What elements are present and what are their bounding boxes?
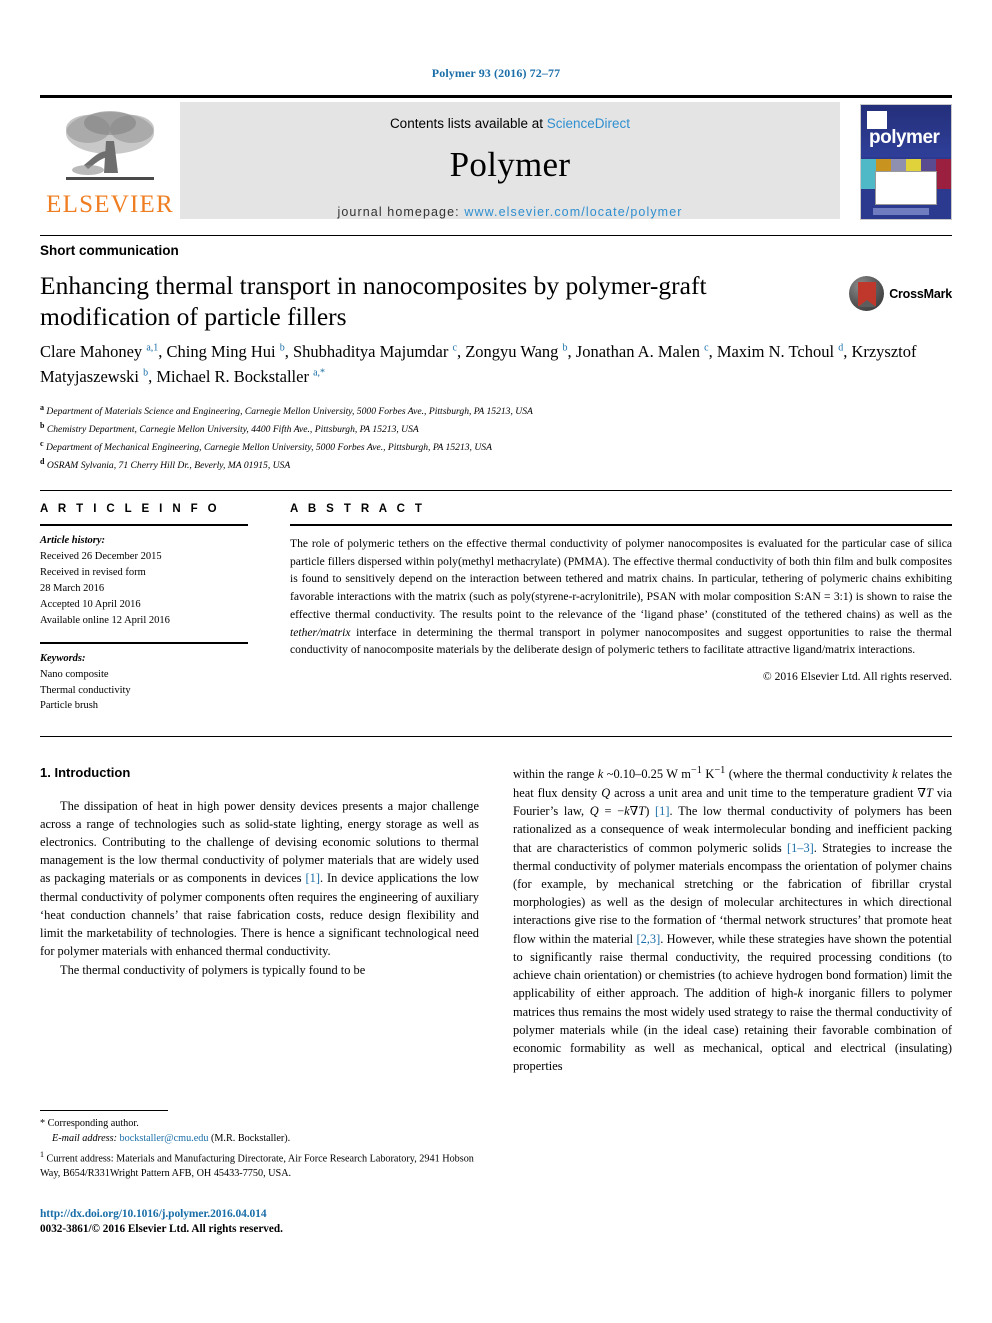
history-line: Available online 12 April 2016 [40, 614, 170, 626]
article-history-label: Article history: [40, 534, 106, 546]
affiliation-item: b Chemistry Department, Carnegie Mellon … [40, 420, 952, 438]
keywords-block: Keywords: Nano composite Thermal conduct… [40, 651, 248, 715]
paper-page: Polymer 93 (2016) 72–77 ELSEVIER Content… [0, 0, 992, 1323]
running-head: Polymer 93 (2016) 72–77 [431, 66, 561, 80]
history-line: Received 26 December 2015 [40, 550, 162, 562]
author-list: Clare Mahoney a,1, Ching Ming Hui b, Shu… [40, 342, 917, 386]
paragraph: The thermal conductivity of polymers is … [60, 962, 366, 977]
article-info-rule [40, 523, 248, 526]
page-title: Enhancing thermal transport in nanocompo… [40, 271, 707, 332]
abstract-column: A B S T R A C T The role of polymeric te… [268, 503, 952, 715]
publisher-logo: ELSEVIER [40, 98, 180, 225]
affiliation-item: a Department of Materials Science and En… [40, 402, 952, 420]
journal-cover-image: polymer [860, 103, 952, 220]
crossmark-icon [849, 276, 885, 311]
crossmark-badge[interactable]: CrossMark [842, 276, 952, 311]
footnote-corresponding-author: * Corresponding author. [40, 1116, 476, 1131]
abstract-copyright: © 2016 Elsevier Ltd. All rights reserved… [762, 670, 952, 684]
masthead-right: polymer [840, 98, 952, 225]
elsevier-wordmark: ELSEVIER [46, 190, 174, 218]
affiliation-list: a Department of Materials Science and En… [40, 402, 952, 474]
cover-inset-figure [875, 170, 937, 205]
article-header: Short communication Enhancing thermal tr… [40, 235, 952, 474]
affiliation-item: c Department of Mechanical Engineering, … [40, 438, 952, 456]
section-heading-introduction: 1. Introduction [40, 765, 131, 781]
affiliation-item: d OSRAM Sylvania, 71 Cherry Hill Dr., Be… [40, 456, 952, 474]
footnotes-block: * Corresponding author. E-mail address: … [40, 1110, 476, 1182]
cover-footer-bar [873, 207, 929, 215]
imprint-block: http://dx.doi.org/10.1016/j.polymer.2016… [40, 1208, 480, 1235]
abstract-rule [290, 523, 952, 526]
email-owner: (M.R. Bockstaller). [210, 1133, 291, 1145]
affiliation-text: OSRAM Sylvania, 71 Cherry Hill Dr., Beve… [46, 460, 291, 472]
issn-copyright-line: 0032-3861/© 2016 Elsevier Ltd. All right… [40, 1223, 283, 1235]
homepage-label: journal homepage: [337, 205, 465, 219]
journal-masthead: ELSEVIER Contents lists available at Sci… [40, 95, 952, 225]
homepage-url-link[interactable]: www.elsevier.com/locate/polymer [464, 205, 682, 219]
body-divider [40, 736, 952, 738]
keywords-label: Keywords: [40, 652, 86, 664]
footnote-rule [40, 1110, 168, 1111]
history-line: Accepted 10 April 2016 [40, 598, 141, 610]
article-info-column: A R T I C L E I N F O Article history: R… [40, 503, 268, 715]
keyword-item: Particle brush [40, 700, 99, 712]
email-link[interactable]: bockstaller@cmu.edu [120, 1133, 209, 1144]
abstract-text: The role of polymeric tethers on the eff… [290, 536, 952, 657]
affiliation-text: Chemistry Department, Carnegie Mellon Un… [46, 423, 419, 435]
article-info-heading: A R T I C L E I N F O [40, 502, 221, 515]
title-row: Enhancing thermal transport in nanocompo… [40, 258, 952, 332]
history-line: Received in revised form [40, 566, 146, 578]
journal-homepage-line: journal homepage: www.elsevier.com/locat… [337, 205, 682, 219]
body-columns: 1. Introduction The dissipation of heat … [40, 763, 952, 1075]
affiliation-mark: c [40, 438, 44, 448]
article-type: Short communication [40, 243, 179, 258]
current-address-text: Current address: Materials and Manufactu… [40, 1152, 474, 1180]
elsevier-tree-icon [66, 110, 154, 180]
affiliation-mark: a [40, 402, 44, 412]
affiliation-text: Department of Mechanical Engineering, Ca… [45, 442, 492, 453]
paragraph: within the range k ~0.10–0.25 W m−1 K−1 … [513, 765, 952, 1074]
article-history: Article history: Received 26 December 20… [40, 533, 248, 629]
keyword-item: Thermal conductivity [40, 684, 131, 696]
paragraph: The dissipation of heat in high power de… [40, 798, 480, 959]
asterisk-icon: * [40, 1118, 46, 1129]
history-line: 28 March 2016 [40, 582, 105, 594]
abstract-heading: A B S T R A C T [290, 502, 426, 515]
body-column-right: within the range k ~0.10–0.25 W m−1 K−1 … [496, 763, 952, 1075]
footnote-number: 1 [40, 1149, 44, 1159]
doi-link[interactable]: http://dx.doi.org/10.1016/j.polymer.2016… [40, 1208, 480, 1220]
affiliation-mark: d [40, 456, 45, 466]
contents-available-line: Contents lists available at ScienceDirec… [390, 116, 630, 131]
footnote-current-address: 1 Current address: Materials and Manufac… [40, 1149, 476, 1182]
sciencedirect-link[interactable]: ScienceDirect [547, 116, 630, 131]
email-label: E-mail address: [52, 1133, 117, 1145]
footnote-email: E-mail address: bockstaller@cmu.edu (M.R… [40, 1131, 476, 1146]
article-info-separator [40, 641, 248, 644]
cover-title-text: polymer [869, 126, 940, 148]
journal-title: Polymer [449, 145, 571, 184]
keyword-item: Nano composite [40, 668, 109, 680]
crossmark-label: CrossMark [889, 286, 952, 301]
contents-prefix: Contents lists available at [389, 116, 547, 131]
info-abstract-block: A R T I C L E I N F O Article history: R… [40, 489, 952, 715]
affiliation-text: Department of Materials Science and Engi… [46, 405, 533, 417]
body-column-left: 1. Introduction The dissipation of heat … [40, 763, 496, 1075]
masthead-center: Contents lists available at ScienceDirec… [180, 102, 840, 219]
affiliation-mark: b [40, 420, 45, 430]
corresponding-author-text: Corresponding author. [47, 1118, 139, 1129]
